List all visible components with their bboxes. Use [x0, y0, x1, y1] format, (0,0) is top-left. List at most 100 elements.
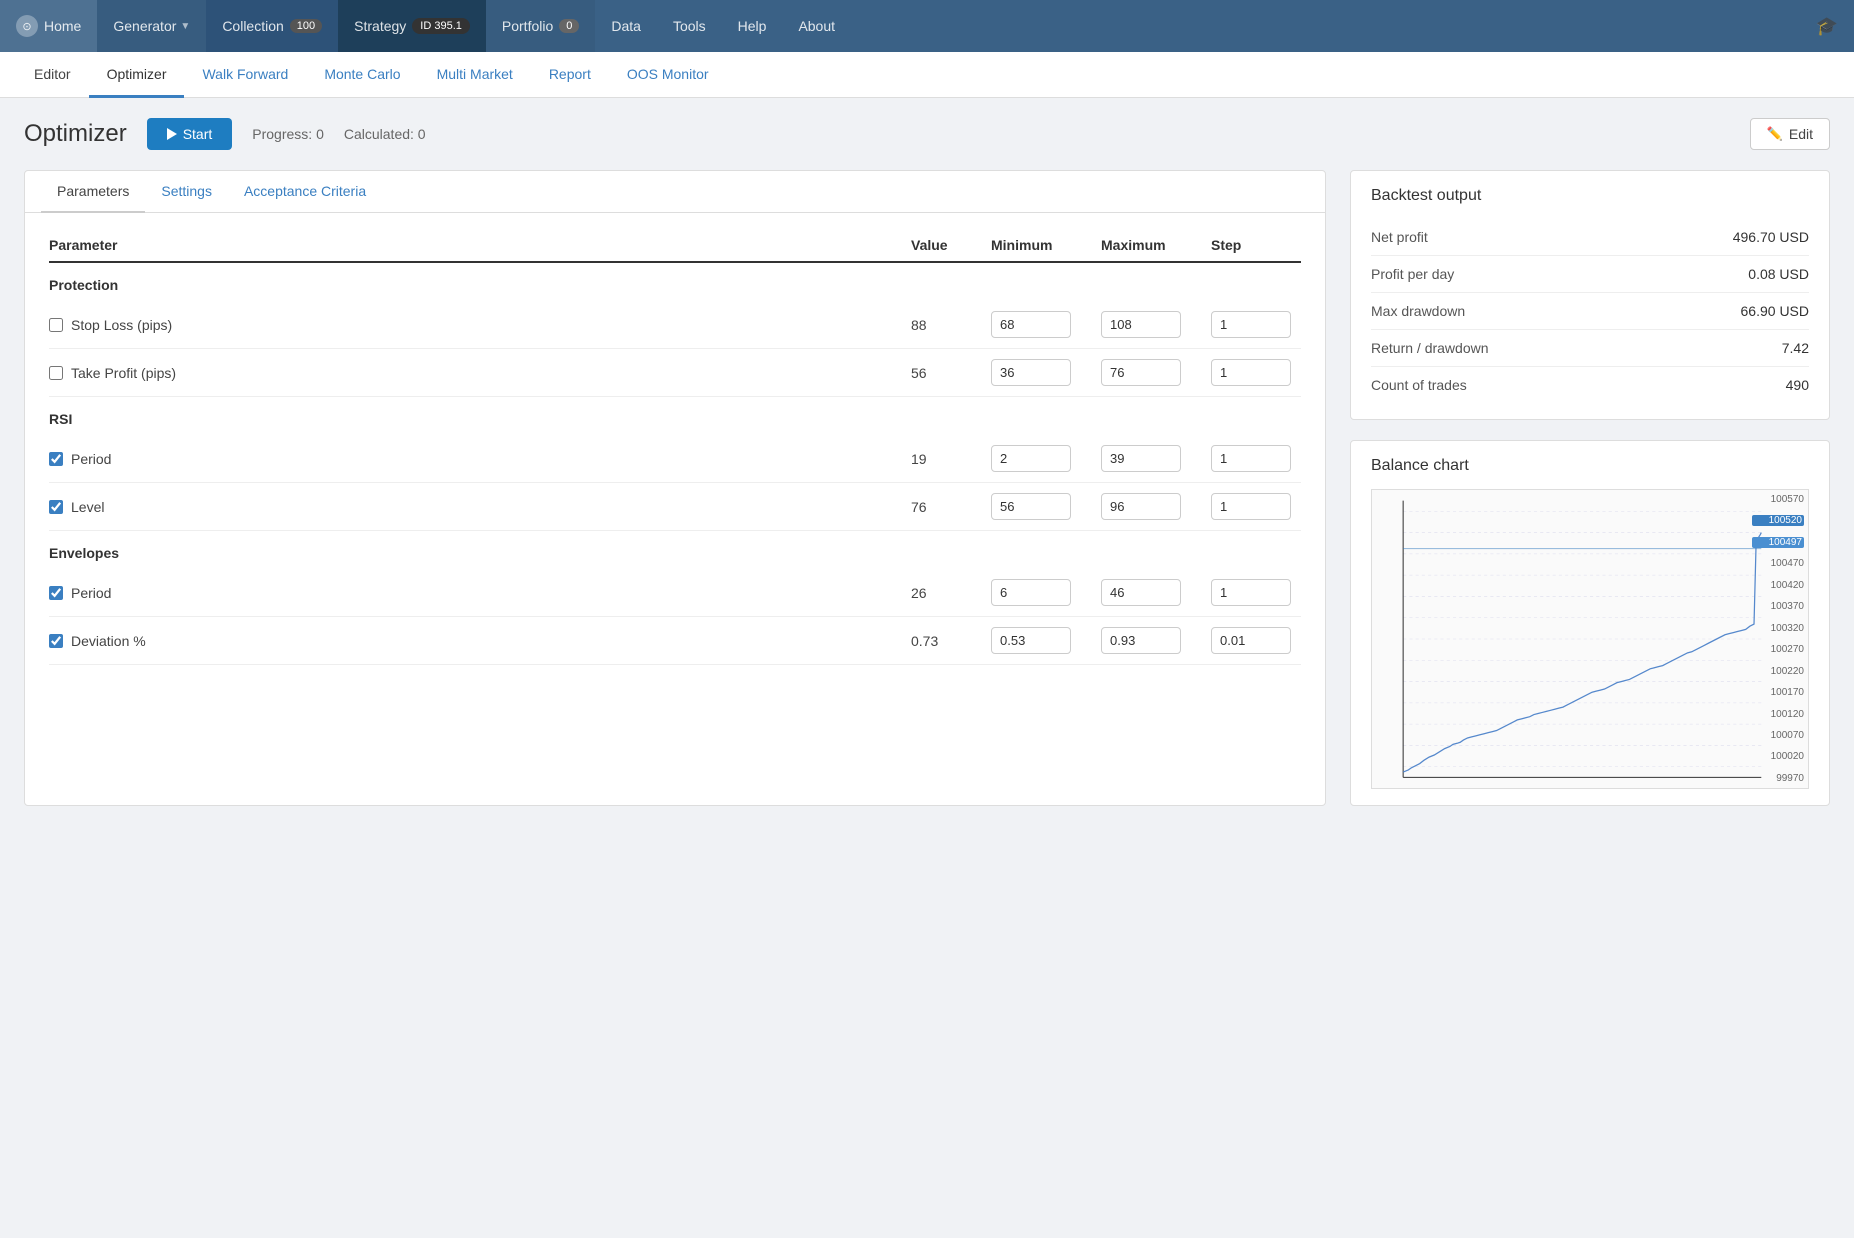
param-label-stop-loss: Stop Loss (pips): [49, 317, 911, 333]
param-row-stop-loss: Stop Loss (pips) 88: [49, 301, 1301, 349]
start-button[interactable]: Start: [147, 118, 233, 150]
env-deviation-step[interactable]: [1211, 627, 1291, 654]
env-deviation-max[interactable]: [1101, 627, 1181, 654]
edit-label: Edit: [1789, 126, 1813, 142]
rsi-level-min[interactable]: [991, 493, 1071, 520]
sub-navigation: Editor Optimizer Walk Forward Monte Carl…: [0, 52, 1854, 98]
edit-button[interactable]: ✏️ Edit: [1750, 118, 1830, 150]
tab-oos-monitor[interactable]: OOS Monitor: [609, 52, 727, 98]
rsi-period-step[interactable]: [1211, 445, 1291, 472]
checkbox-rsi-period[interactable]: [49, 452, 63, 466]
nav-data[interactable]: Data: [595, 0, 657, 52]
tab-acceptance-criteria[interactable]: Acceptance Criteria: [228, 171, 382, 213]
metric-max-drawdown-label: Max drawdown: [1371, 303, 1465, 319]
tab-report[interactable]: Report: [531, 52, 609, 98]
acceptance-criteria-tab-label: Acceptance Criteria: [244, 183, 366, 199]
rsi-period-min[interactable]: [991, 445, 1071, 472]
checkbox-rsi-level[interactable]: [49, 500, 63, 514]
metric-net-profit: Net profit 496.70 USD: [1371, 219, 1809, 256]
portfolio-label: Portfolio: [502, 18, 553, 34]
stop-loss-max[interactable]: [1101, 311, 1181, 338]
take-profit-min[interactable]: [991, 359, 1071, 386]
tab-monte-carlo[interactable]: Monte Carlo: [306, 52, 418, 98]
rsi-period-max[interactable]: [1101, 445, 1181, 472]
nav-tools[interactable]: Tools: [657, 0, 722, 52]
right-panel: Backtest output Net profit 496.70 USD Pr…: [1350, 170, 1830, 806]
tab-multi-market[interactable]: Multi Market: [419, 52, 531, 98]
collection-badge: 100: [290, 19, 322, 33]
left-panel: Parameters Settings Acceptance Criteria …: [24, 170, 1326, 806]
env-period-step[interactable]: [1211, 579, 1291, 606]
help-label: Help: [738, 18, 767, 34]
nav-generator[interactable]: Generator ▼: [97, 0, 206, 52]
checkbox-env-period[interactable]: [49, 586, 63, 600]
stop-loss-name: Stop Loss (pips): [71, 317, 172, 333]
env-deviation-min[interactable]: [991, 627, 1071, 654]
take-profit-step[interactable]: [1211, 359, 1291, 386]
metric-max-drawdown-value: 66.90 USD: [1741, 303, 1809, 319]
param-label-rsi-period: Period: [49, 451, 911, 467]
tab-parameters[interactable]: Parameters: [41, 171, 145, 213]
metric-profit-per-day: Profit per day 0.08 USD: [1371, 256, 1809, 293]
rsi-period-value: 19: [911, 451, 991, 467]
strategy-id-badge: ID 395.1: [412, 18, 470, 34]
tab-settings[interactable]: Settings: [145, 171, 228, 213]
metric-count-trades-value: 490: [1786, 377, 1809, 393]
take-profit-max[interactable]: [1101, 359, 1181, 386]
rsi-level-step[interactable]: [1211, 493, 1291, 520]
start-label: Start: [183, 126, 213, 142]
metric-return-drawdown-label: Return / drawdown: [1371, 340, 1489, 356]
report-tab-label: Report: [549, 66, 591, 82]
param-label-take-profit: Take Profit (pips): [49, 365, 911, 381]
nav-home[interactable]: ⊙ Home: [0, 0, 97, 52]
param-row-env-period: Period 26: [49, 569, 1301, 617]
balance-chart-title: Balance chart: [1371, 457, 1809, 475]
col-step: Step: [1211, 237, 1301, 253]
nav-strategy[interactable]: Strategy ID 395.1: [338, 0, 486, 52]
page-title: Optimizer: [24, 120, 127, 148]
take-profit-value: 56: [911, 365, 991, 381]
env-period-max[interactable]: [1101, 579, 1181, 606]
nav-about[interactable]: About: [782, 0, 851, 52]
nav-help[interactable]: Help: [722, 0, 783, 52]
nav-collection[interactable]: Collection 100: [206, 0, 338, 52]
tab-optimizer[interactable]: Optimizer: [89, 52, 185, 98]
param-row-env-deviation: Deviation % 0.73: [49, 617, 1301, 665]
nav-portfolio[interactable]: Portfolio 0: [486, 0, 595, 52]
checkbox-take-profit[interactable]: [49, 366, 63, 380]
chart-y-labels: 100570 100520 100497 100470 100420 10037…: [1752, 490, 1804, 788]
section-protection: Protection: [49, 263, 1301, 301]
generator-dropdown-icon: ▼: [180, 21, 190, 32]
section-rsi: RSI: [49, 397, 1301, 435]
settings-tab-label: Settings: [161, 183, 212, 199]
content-grid: Parameters Settings Acceptance Criteria …: [24, 170, 1830, 806]
checkbox-env-deviation[interactable]: [49, 634, 63, 648]
parameters-tab-label: Parameters: [57, 183, 129, 199]
env-period-value: 26: [911, 585, 991, 601]
metric-net-profit-value: 496.70 USD: [1733, 229, 1809, 245]
metric-net-profit-label: Net profit: [1371, 229, 1428, 245]
home-label: Home: [44, 18, 81, 34]
env-period-min[interactable]: [991, 579, 1071, 606]
tab-walk-forward[interactable]: Walk Forward: [184, 52, 306, 98]
top-navigation: ⊙ Home Generator ▼ Collection 100 Strate…: [0, 0, 1854, 52]
nav-profile-icon[interactable]: 🎓: [1800, 0, 1854, 52]
stop-loss-min[interactable]: [991, 311, 1071, 338]
checkbox-stop-loss[interactable]: [49, 318, 63, 332]
monte-carlo-tab-label: Monte Carlo: [324, 66, 400, 82]
portfolio-badge: 0: [559, 19, 579, 33]
metric-count-trades: Count of trades 490: [1371, 367, 1809, 403]
generator-label: Generator: [113, 18, 176, 34]
balance-chart-container: .grid-line { stroke: #dde; stroke-width:…: [1371, 489, 1809, 789]
backtest-output-panel: Backtest output Net profit 496.70 USD Pr…: [1350, 170, 1830, 420]
col-value: Value: [911, 237, 991, 253]
col-minimum: Minimum: [991, 237, 1101, 253]
rsi-level-max[interactable]: [1101, 493, 1181, 520]
toolbar: Optimizer Start Progress: 0 Calculated: …: [24, 118, 1830, 150]
about-label: About: [798, 18, 835, 34]
stop-loss-step[interactable]: [1211, 311, 1291, 338]
tab-editor[interactable]: Editor: [16, 52, 89, 98]
parameters-table: Parameter Value Minimum Maximum Step Pro…: [25, 213, 1325, 681]
table-header: Parameter Value Minimum Maximum Step: [49, 229, 1301, 263]
env-deviation-value: 0.73: [911, 633, 991, 649]
